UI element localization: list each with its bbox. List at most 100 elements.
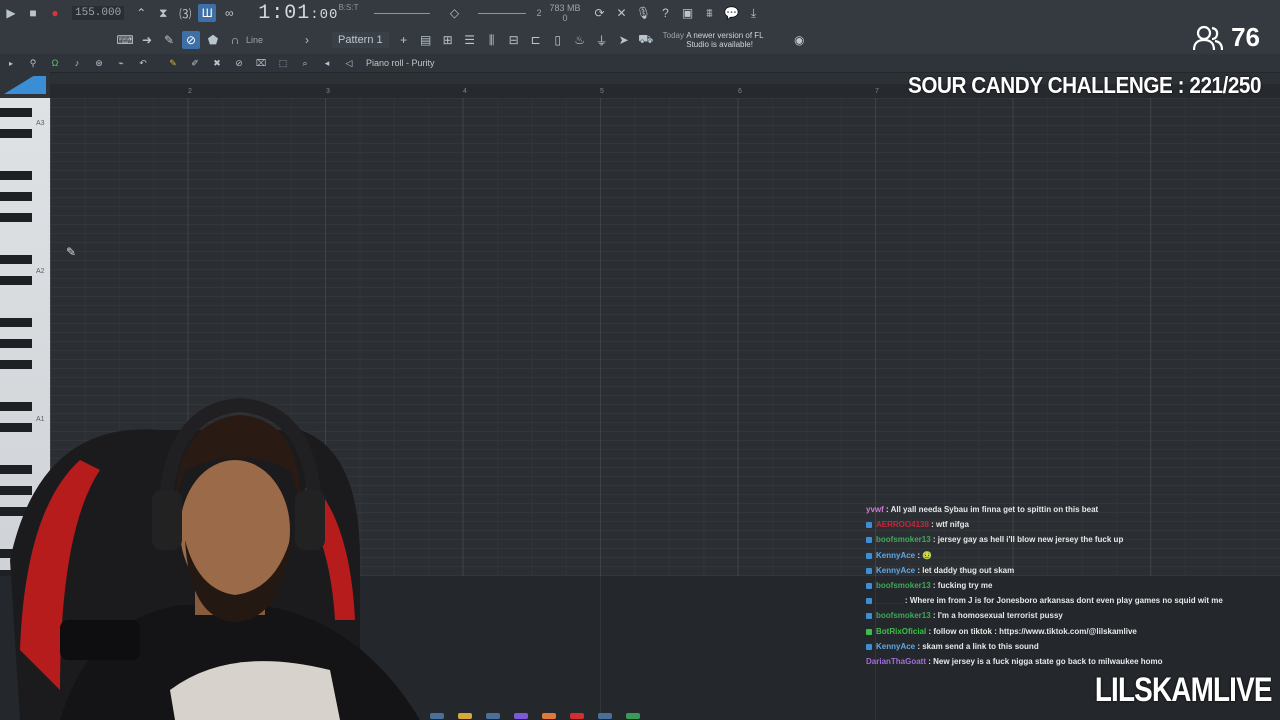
save-icon[interactable]: ▣ (679, 4, 697, 22)
bar-number: 3 (326, 88, 330, 95)
black-key[interactable] (0, 192, 32, 201)
stamp-small-icon[interactable]: ⊛ (90, 54, 108, 72)
mixer-window-icon[interactable]: ⫼ (483, 31, 501, 49)
chat-icon[interactable]: 💬 (723, 4, 741, 22)
chat-text: : wtf nifga (928, 520, 969, 530)
black-key[interactable] (0, 255, 32, 264)
stamp-icon[interactable]: ⬟ (204, 31, 222, 49)
tempo-display[interactable]: 155.000 (72, 6, 125, 20)
scale-icon[interactable]: ⌁ (112, 54, 130, 72)
taskbar-app-icon[interactable] (514, 713, 528, 719)
taskbar-app-icon[interactable] (570, 713, 584, 719)
taskbar-app-icon[interactable] (626, 713, 640, 719)
mute-icon[interactable]: ⊘ (230, 54, 248, 72)
bar-number: 7 (875, 88, 879, 95)
send-icon[interactable]: ➤ (615, 31, 633, 49)
mixer-icon[interactable]: ⩩ (701, 4, 719, 22)
playhead-marker[interactable] (4, 76, 46, 94)
playback-icon[interactable]: ◂ (318, 54, 336, 72)
globe-icon[interactable]: ◉ (790, 31, 808, 49)
snap-mode[interactable]: Line (246, 35, 296, 45)
metronome-icon[interactable]: ⌃ (132, 4, 150, 22)
browser-icon[interactable]: ⊟ (505, 31, 523, 49)
wait-record-icon[interactable]: ⧗ (154, 4, 172, 22)
note-icon[interactable]: ♪ (68, 54, 86, 72)
snap-small-icon[interactable]: Ω (46, 54, 64, 72)
chat-message: DarianThaGoatt : New jersey is a fuck ni… (866, 654, 1266, 669)
speaker-icon[interactable]: ◁ (340, 54, 358, 72)
draw-icon[interactable]: ✎ (160, 31, 178, 49)
chat-message: boofsmoker13 : jersey gay as hell i'll b… (866, 532, 1266, 547)
channel-rack-icon[interactable]: ⊞ (439, 31, 457, 49)
countdown-icon[interactable]: ⑶ (176, 4, 194, 22)
black-key[interactable] (0, 171, 32, 180)
download-icon[interactable]: ⤓ (745, 4, 763, 22)
chat-text: : fucking try me (930, 581, 993, 591)
bar-number: 6 (738, 88, 742, 95)
brush-icon[interactable]: ✐ (186, 54, 204, 72)
chat-message: BotRixOficial : follow on tiktok : https… (866, 624, 1266, 639)
help-icon[interactable]: ? (657, 4, 675, 22)
pencil-icon[interactable]: ✎ (164, 54, 182, 72)
chevron-right-icon[interactable]: › (298, 31, 316, 49)
step-edit-icon[interactable]: Ш (198, 4, 217, 22)
chat-badge-icon (866, 567, 872, 574)
arrow-icon[interactable]: ➜ (138, 31, 156, 49)
playlist-icon[interactable]: ▤ (417, 31, 435, 49)
menu-arrow-icon[interactable]: ▸ (2, 54, 20, 72)
chat-username: KennyAce (876, 641, 916, 651)
undo-icon[interactable]: ↶ (134, 54, 152, 72)
hierarchy-icon[interactable]: ⊏ (527, 31, 545, 49)
black-key[interactable] (0, 318, 32, 327)
news-day: Today (662, 31, 684, 40)
black-key[interactable] (0, 276, 32, 285)
keyboard-icon[interactable]: ⌨ (116, 31, 134, 49)
chat-message: ______ : Where im from J is for Jonesbor… (866, 593, 1266, 608)
taskbar-app-icon[interactable] (458, 713, 472, 719)
delete-icon[interactable]: ✖ (208, 54, 226, 72)
file-icon[interactable]: ▯ (549, 31, 567, 49)
loop-record-icon[interactable]: ∞ (220, 4, 238, 22)
select-icon[interactable]: ⬚ (274, 54, 292, 72)
taskbar-app-icon[interactable] (430, 713, 444, 719)
microphone-icon[interactable]: 🎙 (635, 4, 653, 22)
add-pattern-icon[interactable]: + (395, 31, 413, 49)
polyphony-count: 0 (562, 13, 568, 23)
record-icon[interactable]: ● (46, 4, 64, 22)
taskbar-app-icon[interactable] (598, 713, 612, 719)
news-panel[interactable]: Today A newer version of FL Studio is av… (663, 31, 783, 49)
plugin-icon[interactable]: ♨ (571, 31, 589, 49)
main-toolbar: ▶ ■ ● 155.000 ⌃ ⧗ ⑶ Ш ∞ 1:01:00 B:S:T ◇ … (0, 0, 1280, 26)
magnet-small-icon[interactable]: ⚲ (24, 54, 42, 72)
black-key[interactable] (0, 339, 32, 348)
webcam-feed (10, 397, 420, 720)
plug-icon[interactable]: ⏚ (593, 31, 611, 49)
chat-message: KennyAce : 🤢 (866, 548, 1266, 563)
pattern-selector[interactable]: Pattern 1 (332, 32, 389, 48)
pitch-knob-icon[interactable]: ◇ (442, 4, 466, 22)
master-volume-line[interactable] (374, 12, 431, 14)
black-key[interactable] (0, 108, 32, 117)
stop-icon[interactable]: ■ (24, 4, 42, 22)
taskbar-app-icon[interactable] (486, 713, 500, 719)
play-icon[interactable]: ▶ (2, 4, 20, 22)
magnet-icon[interactable]: ∩ (226, 31, 244, 49)
refresh-icon[interactable]: ⟳ (591, 4, 609, 22)
slice-icon[interactable]: ⌧ (252, 54, 270, 72)
chat-overlay: yvwf : All yall needa Sybau im finna get… (866, 502, 1266, 669)
zoom-icon[interactable]: ⌕ (296, 54, 314, 72)
song-position: 1:01:00 (258, 1, 339, 25)
chat-username: BotRixOficial (876, 626, 927, 636)
tools-icon[interactable]: ✕ (613, 4, 631, 22)
black-key[interactable] (0, 129, 32, 138)
piano-roll-toolbar: ▸ ⚲ Ω ♪ ⊛ ⌁ ↶ ✎ ✐ ✖ ⊘ ⌧ ⬚ ⌕ ◂ ◁ Piano ro… (0, 54, 1280, 73)
taskbar-app-icon[interactable] (542, 713, 556, 719)
cart-icon[interactable]: ⛟ (637, 31, 655, 49)
black-key[interactable] (0, 213, 32, 222)
snap-icon[interactable]: ⊘ (182, 31, 200, 49)
memory-usage: 783 MB (549, 3, 581, 13)
black-key[interactable] (0, 360, 32, 369)
chat-text: : let daddy thug out skam (915, 565, 1015, 575)
bar-number: 2 (188, 88, 192, 95)
piano-roll-icon[interactable]: ☰ (461, 31, 479, 49)
